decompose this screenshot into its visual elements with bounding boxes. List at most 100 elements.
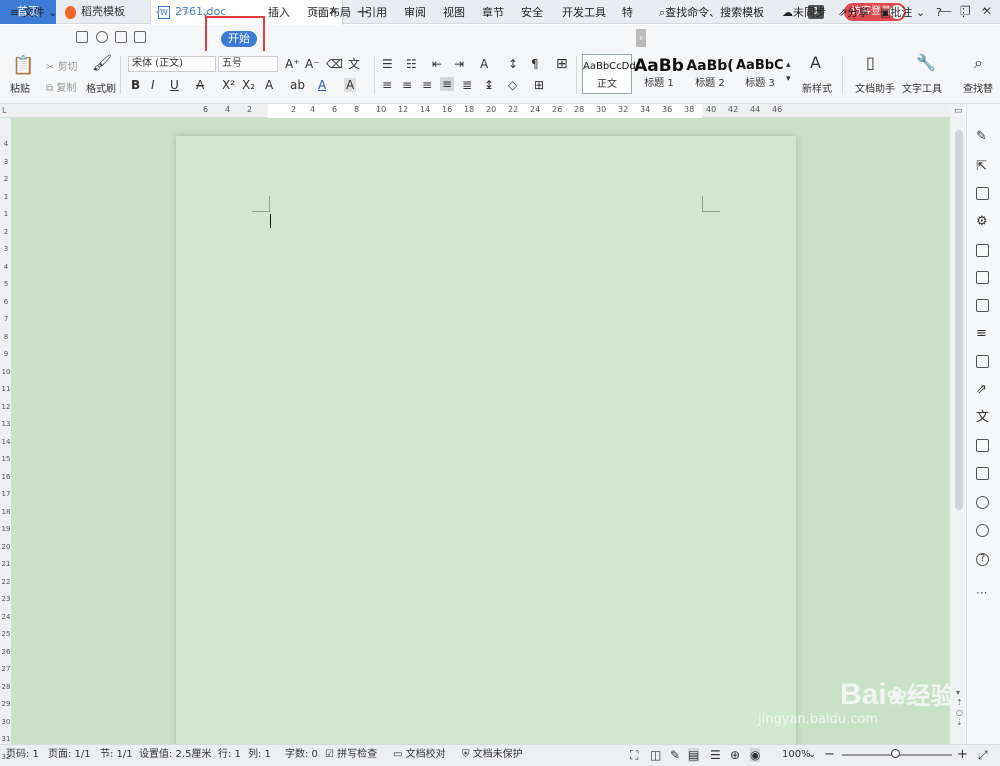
borders-icon[interactable]: ⊞	[534, 78, 544, 92]
output-pdf-icon[interactable]	[96, 31, 108, 43]
annotate-button[interactable]: ▣批注 ⌄	[880, 0, 925, 26]
clear-format-icon[interactable]: ⌫	[326, 57, 343, 71]
tab-template[interactable]: 稻壳模板	[57, 0, 149, 24]
align-left-icon[interactable]: ≡	[382, 78, 392, 92]
translate-icon[interactable]: 文	[976, 411, 989, 424]
paste-icon[interactable]: 📋	[12, 56, 34, 76]
justify-icon[interactable]: ≡	[440, 77, 455, 91]
format-painter-icon[interactable]: 🖌	[92, 55, 112, 71]
line-spacing-icon[interactable]: ↨	[484, 78, 494, 92]
redo-icon[interactable]: ↷	[180, 0, 189, 26]
style-heading-3[interactable]: AaBbC( 标题 3	[736, 54, 784, 94]
protection-button[interactable]: ⛨ 文档未保护	[462, 748, 523, 762]
more-options-icon[interactable]: ⋮	[958, 0, 969, 26]
status-word-count[interactable]: 字数: 0	[285, 748, 318, 762]
eye-protect-icon[interactable]: ◉	[750, 748, 761, 762]
grow-font-icon[interactable]: A⁺	[285, 57, 300, 71]
collapse-ribbon-icon[interactable]: ⌃	[980, 0, 989, 26]
sync-button[interactable]: ☁未同步	[782, 0, 826, 26]
format-painter-button[interactable]: 格式刷	[86, 80, 116, 95]
new-style-icon[interactable]: A	[810, 55, 821, 71]
reading-mode-icon[interactable]: ◫	[650, 748, 661, 762]
status-section[interactable]: 节: 1/1	[100, 748, 133, 762]
ruler-tab-selector-icon[interactable]: L	[2, 106, 6, 115]
align-center-icon[interactable]: ≡	[402, 78, 412, 92]
share-button[interactable]: ⇗分享	[838, 0, 869, 26]
web-view-icon[interactable]: ⊕	[730, 748, 740, 762]
bold-icon[interactable]: B	[131, 78, 140, 92]
style-normal[interactable]: AaBbCcDd 正文	[582, 54, 636, 94]
menu-special[interactable]: 特	[622, 0, 633, 26]
underline-icon[interactable]: U	[170, 78, 179, 92]
menu-chapter[interactable]: 章节	[482, 0, 504, 26]
help-icon[interactable]: ?	[936, 0, 942, 26]
spell-check-button[interactable]: ☑ 拼写检查	[325, 748, 377, 762]
style-heading-2[interactable]: AaBb( 标题 2	[686, 54, 734, 94]
text-direction-icon[interactable]: A	[480, 57, 488, 71]
highlight-color-icon[interactable]: ab	[290, 78, 305, 92]
outline-view-icon[interactable]: ☰	[710, 748, 721, 762]
copy-button[interactable]: ⧉ 复制	[46, 79, 76, 94]
status-pages[interactable]: 页面: 1/1	[48, 748, 91, 762]
select-cursor-icon[interactable]: ⇱	[976, 160, 989, 173]
subscript-icon[interactable]: X₂	[242, 78, 255, 92]
menu-references[interactable]: 引用	[365, 0, 387, 26]
distributed-icon[interactable]: ≣	[462, 78, 472, 92]
italic-icon[interactable]: I	[151, 78, 155, 92]
history-icon[interactable]	[976, 524, 989, 537]
status-setting[interactable]: 设置值: 2.5厘米	[139, 748, 211, 762]
write-mode-icon[interactable]: ✎	[670, 748, 680, 762]
shield-icon[interactable]	[976, 496, 989, 509]
font-color-icon[interactable]: A	[318, 78, 326, 92]
zoom-slider-handle[interactable]	[891, 749, 900, 758]
status-row[interactable]: 行: 1	[218, 748, 241, 762]
bullets-icon[interactable]: ☰	[382, 57, 393, 71]
help-circle-icon[interactable]: ?	[976, 553, 989, 566]
show-marks-icon[interactable]: ¶	[531, 57, 539, 71]
text-tools-button[interactable]: 文字工具	[902, 80, 942, 95]
fullscreen-icon[interactable]: ⛶	[630, 748, 638, 762]
font-size-select[interactable]: 五号	[218, 56, 278, 72]
style-heading-1[interactable]: AaBb 标题 1	[634, 54, 684, 94]
find-replace-button[interactable]: 查找替	[963, 80, 1000, 95]
menu-view[interactable]: 视图	[443, 0, 465, 26]
cut-button[interactable]: ✂ 剪切	[46, 58, 78, 73]
undo-icon[interactable]: ↶ ·	[155, 0, 171, 26]
char-shading-icon[interactable]: A	[344, 78, 357, 92]
shrink-font-icon[interactable]: A⁻	[305, 57, 320, 71]
more-tools-icon[interactable]: ···	[976, 586, 987, 600]
scroll-page-icon[interactable]: ▭	[954, 106, 963, 116]
zoom-dropdown-icon[interactable]: ⌄	[808, 748, 816, 762]
shapes-icon[interactable]	[976, 187, 989, 200]
text-effect-icon[interactable]: A	[265, 78, 273, 92]
increase-indent-icon[interactable]: ⇥	[454, 57, 464, 71]
page-view-icon[interactable]: ▤	[688, 748, 700, 762]
image-search-icon[interactable]	[976, 355, 989, 368]
zoom-out-icon[interactable]: −	[824, 748, 835, 761]
menu-insert[interactable]: 插入	[268, 0, 290, 26]
doc-helper-button[interactable]: 文档助手	[855, 80, 895, 95]
menu-page-layout[interactable]: 页面布局	[307, 0, 351, 26]
zoom-in-icon[interactable]: +	[957, 748, 968, 761]
print-preview-icon[interactable]	[134, 31, 146, 43]
menu-review[interactable]: 审阅	[404, 0, 426, 26]
file-menu[interactable]: ≡ 文件 ⌄	[10, 0, 57, 26]
text-tools-icon[interactable]: 🔧	[916, 55, 936, 71]
menu-developer[interactable]: 开发工具	[562, 0, 606, 26]
picture-icon[interactable]	[976, 467, 989, 480]
scroll-nav-icons[interactable]: ▾ ⇡ ○ ⇣	[956, 688, 963, 728]
zoom-level[interactable]: 100%	[782, 748, 811, 762]
styles-scroll-icon[interactable]: ▴ ▾	[786, 58, 791, 86]
decrease-indent-icon[interactable]: ⇤	[432, 57, 442, 71]
save-icon[interactable]	[76, 31, 88, 43]
paste-button[interactable]: 粘贴	[10, 80, 30, 95]
strikethrough-icon[interactable]: A	[196, 78, 204, 92]
table-icon[interactable]	[976, 244, 989, 257]
status-column[interactable]: 列: 1	[248, 748, 271, 762]
doc-helper-icon[interactable]: ▯	[866, 55, 875, 71]
numbering-icon[interactable]: ☷	[406, 57, 417, 71]
fit-page-icon[interactable]: ⤢	[978, 748, 988, 762]
document-page[interactable]	[176, 136, 796, 756]
shading-icon[interactable]: ◇	[508, 78, 517, 92]
sort-icon[interactable]: ↕	[508, 57, 518, 71]
